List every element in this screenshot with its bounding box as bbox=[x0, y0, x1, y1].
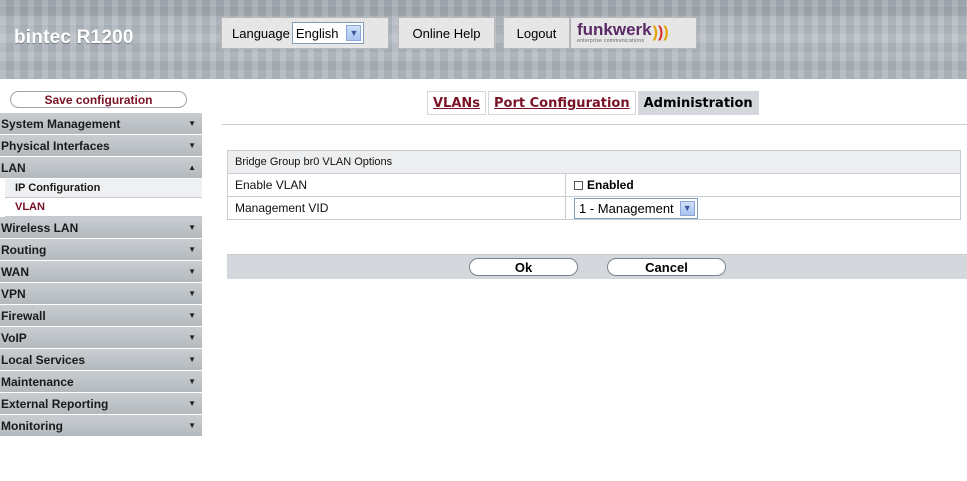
sidebar-item-label: System Management bbox=[1, 116, 121, 131]
form-row-management-vid: Management VID 1 - Management ▼ bbox=[228, 197, 960, 219]
logout-button[interactable]: Logout bbox=[503, 17, 570, 49]
logout-label: Logout bbox=[516, 25, 557, 41]
sidebar-item-label: LAN bbox=[1, 160, 26, 175]
sidebar-subitem-label: VLAN bbox=[15, 201, 45, 213]
management-vid-selected: 1 - Management bbox=[579, 200, 674, 216]
sidebar-item-label: VPN bbox=[1, 286, 26, 301]
sidebar-item-external-reporting[interactable]: External Reporting ▼ bbox=[0, 393, 202, 415]
caret-down-icon: ▼ bbox=[188, 141, 196, 150]
form-actions: Ok Cancel bbox=[227, 254, 967, 279]
sidebar-item-label: VoIP bbox=[1, 330, 27, 345]
sidebar-subitem-label: IP Configuration bbox=[15, 182, 101, 194]
sidebar-item-voip[interactable]: VoIP ▼ bbox=[0, 327, 202, 349]
caret-down-icon: ▼ bbox=[188, 333, 196, 342]
caret-down-icon: ▼ bbox=[188, 223, 196, 232]
save-configuration-button[interactable]: Save configuration bbox=[10, 91, 187, 108]
sidebar-item-local-services[interactable]: Local Services ▼ bbox=[0, 349, 202, 371]
brand-title: bintec R1200 bbox=[14, 27, 134, 48]
management-vid-label: Management VID bbox=[228, 197, 566, 219]
sidebar-item-wireless-lan[interactable]: Wireless LAN ▼ bbox=[0, 217, 202, 239]
sidebar-subitem-ip-configuration[interactable]: IP Configuration bbox=[5, 179, 202, 198]
caret-down-icon: ▼ bbox=[188, 245, 196, 254]
enable-vlan-checkbox[interactable] bbox=[574, 180, 583, 190]
chevron-down-icon: ▼ bbox=[346, 25, 362, 41]
sidebar-item-wan[interactable]: WAN ▼ bbox=[0, 261, 202, 283]
language-label: Language bbox=[232, 25, 290, 41]
sidebar-item-routing[interactable]: Routing ▼ bbox=[0, 239, 202, 261]
top-header: bintec R1200 Language English ▼ Online H… bbox=[0, 0, 967, 79]
content-divider bbox=[222, 124, 967, 125]
sidebar-item-label: Maintenance bbox=[1, 374, 74, 389]
language-selector: Language English ▼ bbox=[221, 17, 389, 49]
vlan-options-form: Bridge Group br0 VLAN Options Enable VLA… bbox=[227, 150, 961, 220]
logo-wordmark: funkwerk bbox=[577, 20, 652, 39]
sidebar-item-firewall[interactable]: Firewall ▼ bbox=[0, 305, 202, 327]
sidebar-item-system-management[interactable]: System Management ▼ bbox=[0, 113, 202, 135]
enable-vlan-label: Enable VLAN bbox=[228, 174, 566, 196]
form-row-enable-vlan: Enable VLAN Enabled bbox=[228, 174, 960, 197]
language-value: English bbox=[295, 25, 339, 41]
tab-bar: VLANs Port Configuration Administration bbox=[427, 91, 761, 115]
caret-down-icon: ▼ bbox=[188, 399, 196, 408]
cancel-button-label: Cancel bbox=[645, 259, 688, 275]
funkwerk-logo: funkwerk enterprise communications ))) bbox=[571, 17, 697, 49]
sidebar-item-monitoring[interactable]: Monitoring ▼ bbox=[0, 415, 202, 437]
sidebar-item-label: Firewall bbox=[1, 308, 46, 323]
logo-waves-icon: ))) bbox=[652, 24, 669, 41]
caret-down-icon: ▼ bbox=[188, 311, 196, 320]
enable-vlan-value: Enabled bbox=[566, 174, 960, 196]
sidebar-item-label: Monitoring bbox=[1, 418, 63, 433]
cancel-button[interactable]: Cancel bbox=[607, 258, 726, 276]
caret-up-icon: ▲ bbox=[188, 163, 196, 172]
sidebar-item-label: External Reporting bbox=[1, 396, 109, 411]
caret-down-icon: ▼ bbox=[188, 421, 196, 430]
language-dropdown[interactable]: English ▼ bbox=[291, 22, 365, 44]
ok-button-label: Ok bbox=[514, 259, 533, 275]
logo-text-group: funkwerk enterprise communications bbox=[577, 20, 652, 44]
management-vid-value: 1 - Management ▼ bbox=[566, 197, 960, 219]
sidebar-item-label: Physical Interfaces bbox=[1, 138, 110, 153]
sidebar-subitem-vlan[interactable]: VLAN bbox=[5, 198, 202, 217]
logo-tagline: enterprise communications bbox=[577, 38, 645, 44]
tab-port-configuration[interactable]: Port Configuration bbox=[488, 91, 636, 115]
caret-down-icon: ▼ bbox=[188, 377, 196, 386]
caret-down-icon: ▼ bbox=[188, 267, 196, 276]
online-help-label: Online Help bbox=[412, 25, 481, 41]
sidebar-item-label: Local Services bbox=[1, 352, 86, 367]
sidebar-nav: System Management ▼ Physical Interfaces … bbox=[0, 113, 202, 437]
section-title: Bridge Group br0 VLAN Options bbox=[228, 151, 960, 174]
sidebar-item-label: WAN bbox=[1, 264, 29, 279]
online-help-button[interactable]: Online Help bbox=[398, 17, 495, 49]
enable-vlan-checkbox-label[interactable]: Enabled bbox=[587, 178, 634, 192]
tab-vlans[interactable]: VLANs bbox=[427, 91, 487, 115]
chevron-down-icon: ▼ bbox=[679, 200, 695, 216]
sidebar-item-lan[interactable]: LAN ▲ bbox=[0, 157, 202, 179]
sidebar-item-maintenance[interactable]: Maintenance ▼ bbox=[0, 371, 202, 393]
sidebar-item-label: Routing bbox=[1, 242, 47, 257]
sidebar-item-vpn[interactable]: VPN ▼ bbox=[0, 283, 202, 305]
sidebar-item-label: Wireless LAN bbox=[1, 220, 79, 235]
caret-down-icon: ▼ bbox=[188, 289, 196, 298]
management-vid-select[interactable]: 1 - Management ▼ bbox=[574, 197, 698, 219]
tab-administration[interactable]: Administration bbox=[637, 91, 759, 115]
save-configuration-label: Save configuration bbox=[44, 92, 153, 107]
caret-down-icon: ▼ bbox=[188, 119, 196, 128]
ok-button[interactable]: Ok bbox=[469, 258, 578, 276]
sidebar-item-physical-interfaces[interactable]: Physical Interfaces ▼ bbox=[0, 135, 202, 157]
caret-down-icon: ▼ bbox=[188, 355, 196, 364]
